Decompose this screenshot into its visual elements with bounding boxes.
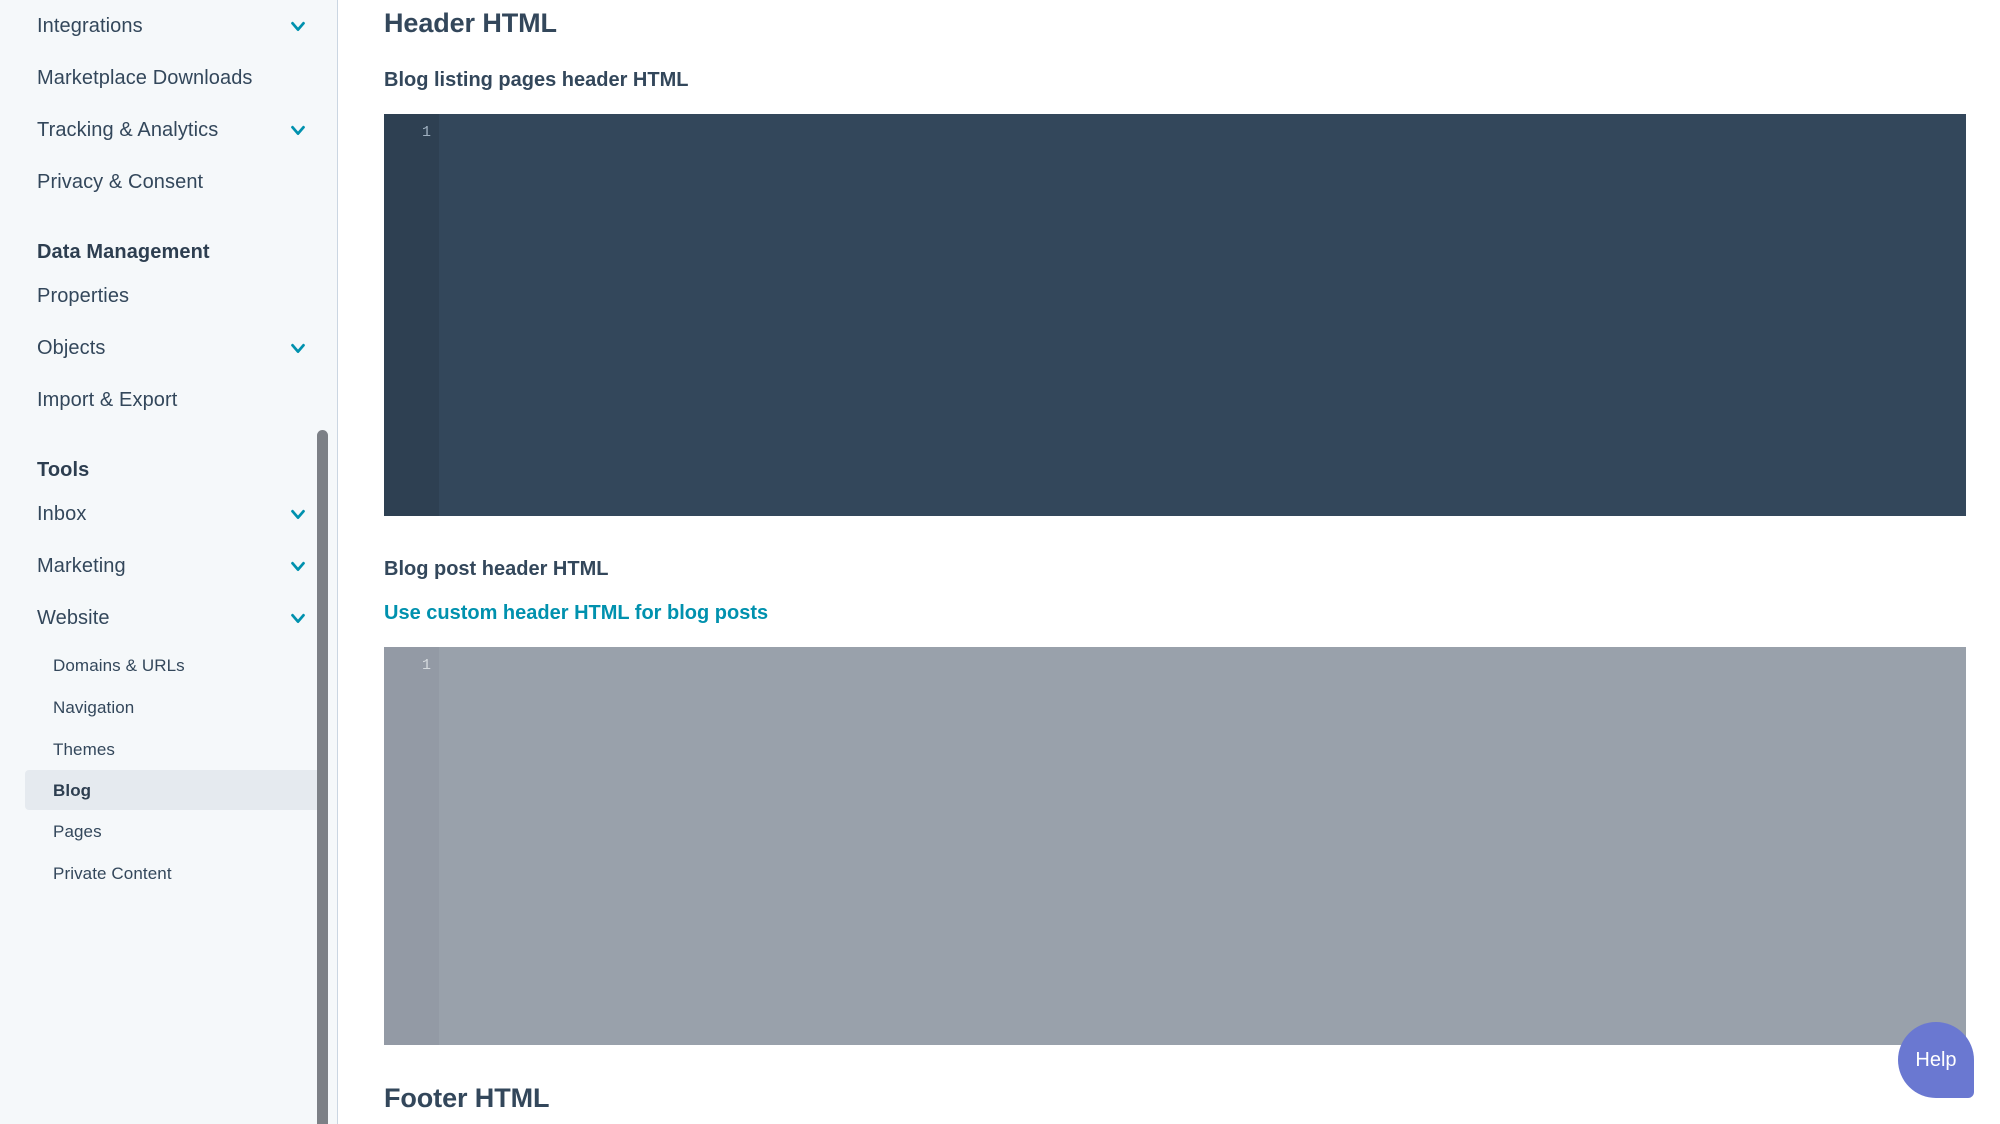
code-editor-blog-listing-header[interactable]: 1	[384, 114, 1966, 516]
main-content: Header HTML Blog listing pages header HT…	[338, 0, 2000, 1124]
chevron-down-icon[interactable]	[287, 503, 309, 525]
sidebar-item-marketplace-downloads[interactable]: Marketplace Downloads	[0, 52, 337, 104]
chevron-down-icon[interactable]	[287, 119, 309, 141]
chevron-down-icon[interactable]	[287, 337, 309, 359]
chevron-down-icon[interactable]	[287, 607, 309, 629]
sidebar-item-label: Tools	[37, 459, 90, 481]
sidebar-item-tracking-analytics[interactable]: Tracking & Analytics	[0, 104, 337, 156]
settings-sidebar: Integrations Marketplace Downloads Trackin…	[0, 0, 338, 1124]
sidebar-item-blog[interactable]: Blog	[25, 770, 322, 810]
sidebar-item-label: Privacy & Consent	[37, 171, 204, 193]
sidebar-item-label: Objects	[37, 337, 106, 359]
sidebar-item-label: Pages	[53, 821, 102, 841]
code-editor-textarea-listing[interactable]	[439, 114, 1966, 516]
sidebar-item-label: Themes	[53, 739, 116, 759]
link-use-custom-header-html-for-blog-posts[interactable]: Use custom header HTML for blog posts	[384, 602, 768, 625]
label-blog-post-header-html: Blog post header HTML	[384, 558, 609, 580]
sidebar-item-label: Marketing	[37, 555, 126, 577]
sidebar-item-label: Domains & URLs	[53, 655, 185, 675]
settings-page: Integrations Marketplace Downloads Trackin…	[0, 0, 2000, 1124]
sidebar-item-navigation[interactable]: Navigation	[0, 686, 337, 728]
sidebar-item-objects[interactable]: Objects	[0, 322, 337, 374]
sidebar-section-tools: Tools	[0, 426, 337, 488]
page-title-footer-html: Footer HTML	[384, 1083, 550, 1113]
sidebar-item-label: Private Content	[53, 863, 172, 883]
sidebar-item-domains-urls[interactable]: Domains & URLs	[0, 644, 337, 686]
sidebar-item-label: Marketplace Downloads	[37, 67, 253, 89]
help-button[interactable]: Help	[1898, 1022, 1974, 1098]
sidebar-item-label: Blog	[53, 780, 92, 800]
sidebar-item-pages[interactable]: Pages	[0, 810, 337, 852]
code-editor-textarea-post	[439, 647, 1966, 1045]
page-title-header-html: Header HTML	[384, 8, 557, 38]
code-editor-blog-post-header[interactable]: 1	[384, 647, 1966, 1045]
sidebar-section-data-management: Data Management	[0, 208, 337, 270]
sidebar-item-privacy-consent[interactable]: Privacy & Consent	[0, 156, 337, 208]
sidebar-item-label: Import & Export	[37, 389, 178, 411]
sidebar-nav-list: Integrations Marketplace Downloads Trackin…	[0, 0, 337, 894]
sidebar-item-label: Website	[37, 607, 110, 629]
sidebar-item-integrations[interactable]: Integrations	[0, 0, 337, 52]
sidebar-item-inbox[interactable]: Inbox	[0, 488, 337, 540]
code-editor-gutter-listing: 1	[384, 114, 439, 516]
sidebar-item-label: Inbox	[37, 503, 87, 525]
sidebar-item-website[interactable]: Website	[0, 592, 337, 644]
chevron-down-icon[interactable]	[287, 15, 309, 37]
code-editor-gutter-post: 1	[384, 647, 439, 1045]
sidebar-item-properties[interactable]: Properties	[0, 270, 337, 322]
sidebar-item-private-content[interactable]: Private Content	[0, 852, 337, 894]
sidebar-scrollbar-track[interactable]	[317, 0, 328, 1124]
sidebar-item-label: Navigation	[53, 697, 135, 717]
sidebar-item-import-export[interactable]: Import & Export	[0, 374, 337, 426]
sidebar-item-label: Tracking & Analytics	[37, 119, 219, 141]
sidebar-scrollbar-thumb[interactable]	[317, 430, 328, 1124]
sidebar-item-label: Integrations	[37, 15, 143, 37]
sidebar-item-label: Properties	[37, 285, 130, 307]
chevron-down-icon[interactable]	[287, 555, 309, 577]
label-blog-listing-header-html: Blog listing pages header HTML	[384, 69, 689, 91]
sidebar-item-themes[interactable]: Themes	[0, 728, 337, 770]
sidebar-item-label: Data Management	[37, 241, 210, 263]
sidebar-item-marketing[interactable]: Marketing	[0, 540, 337, 592]
